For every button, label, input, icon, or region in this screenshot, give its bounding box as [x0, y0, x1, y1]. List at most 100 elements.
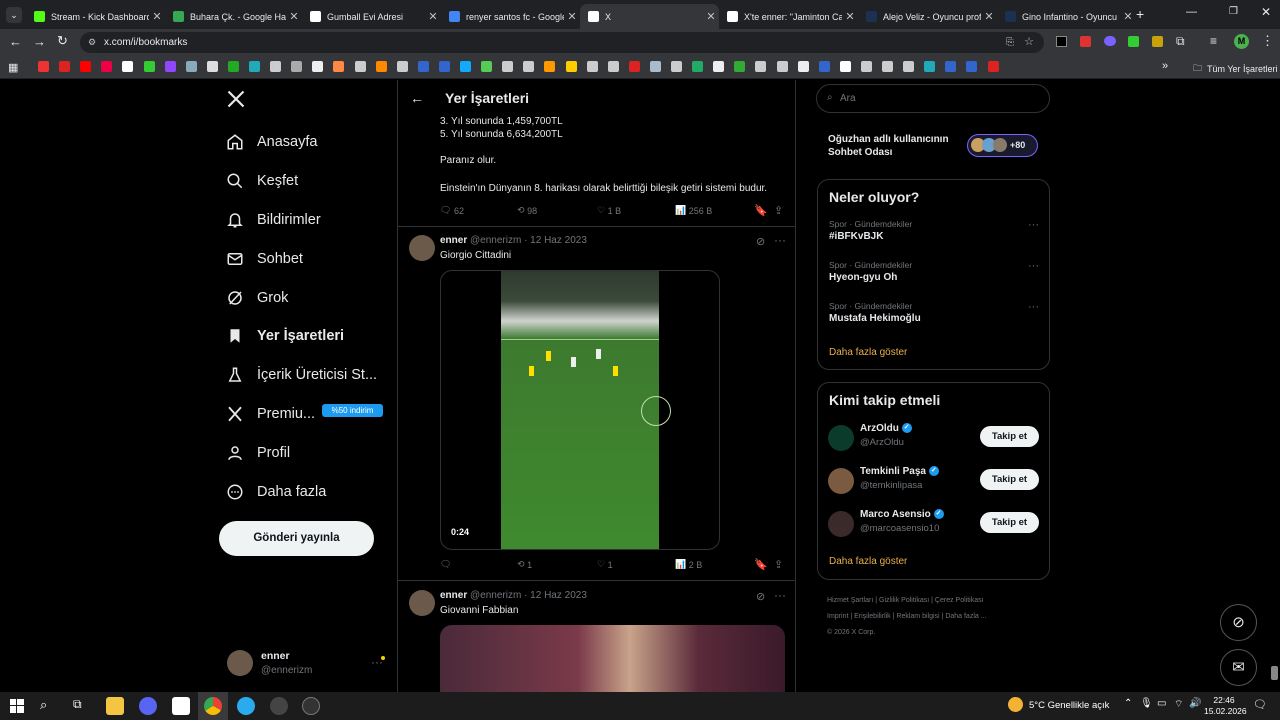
bookmark-favicon-icon[interactable]	[776, 61, 788, 72]
trend-item[interactable]: Spor · Gündemdekiler Mustafa Hekimoğlu ···	[829, 301, 1039, 324]
sidebar-item-person[interactable]: Profil	[226, 439, 290, 467]
tab[interactable]: Buhara Çk. - Google Harit ✕	[165, 4, 302, 29]
install-icon[interactable]: ⎘	[1006, 32, 1014, 53]
bookmark-favicon-icon[interactable]	[860, 61, 872, 72]
extensions-puzzle-icon[interactable]: ⧉	[1176, 34, 1185, 49]
bookmark-favicon-icon[interactable]	[227, 61, 239, 72]
tweet-author-name[interactable]: enner	[440, 235, 467, 246]
avatar[interactable]	[409, 235, 435, 261]
bookmark-favicon-icon[interactable]	[38, 61, 49, 72]
reload-icon[interactable]: ↻	[57, 33, 68, 49]
tiktok-icon[interactable]	[172, 697, 190, 715]
close-tab-icon[interactable]: ✕	[1120, 10, 1136, 23]
trend-item[interactable]: Spor · Gündemdekiler #iBFKvBJK ···	[829, 219, 1039, 242]
sidebar-item-x-logo[interactable]: Premiu...	[226, 400, 315, 428]
notifications-icon[interactable]: 🗨	[1253, 698, 1267, 711]
bookmark-favicon-icon[interactable]	[755, 61, 767, 72]
footer-link[interactable]: Imprint	[827, 613, 848, 620]
tweet-author-handle[interactable]: @ennerizm	[470, 590, 521, 601]
grok-icon[interactable]: ⊘	[756, 235, 765, 248]
bookmark-favicon-icon[interactable]	[460, 61, 471, 72]
restore-button[interactable]: ❐	[1229, 6, 1238, 17]
close-tab-icon[interactable]: ✕	[703, 10, 719, 23]
bookmark-favicon-icon[interactable]	[143, 61, 155, 72]
bookmark-favicon-icon[interactable]	[481, 61, 493, 72]
minimize-button[interactable]: —	[1186, 6, 1197, 18]
bookmark-favicon-icon[interactable]	[122, 61, 134, 72]
tweet-image[interactable]	[440, 625, 785, 692]
bookmark-favicon-icon[interactable]	[945, 61, 957, 72]
sidebar-item-bell[interactable]: Bildirimler	[226, 206, 321, 234]
follow-suggestion[interactable]: Marco Asensio ✓ @marcoasensio10 Takip et	[818, 509, 1049, 545]
extension-icon[interactable]	[1080, 36, 1091, 47]
tab[interactable]: renyer santos fc - Google ✕	[441, 4, 580, 29]
bookmark-favicon-icon[interactable]	[417, 61, 429, 72]
extension-icon[interactable]	[1128, 36, 1139, 47]
video-player[interactable]: 0:24	[440, 270, 720, 550]
bookmark-favicon-icon[interactable]	[797, 61, 809, 72]
footer-link[interactable]: Çerez Politikası	[935, 597, 984, 604]
tray-chevron-icon[interactable]: ⌃	[1124, 698, 1132, 709]
bookmark-favicon-icon[interactable]	[734, 61, 746, 72]
repost-button[interactable]: ⟲ 1	[517, 559, 532, 570]
bookmark-favicon-icon[interactable]	[839, 61, 851, 72]
chatroom-join-button[interactable]: +80	[967, 134, 1038, 157]
views-button[interactable]: 📊 256 B	[675, 205, 712, 216]
show-more-link[interactable]: Daha fazla göster	[829, 347, 907, 358]
bookmark-favicon-icon[interactable]	[502, 61, 514, 72]
messages-icon[interactable]: ✉	[1220, 649, 1257, 686]
bookmark-favicon-icon[interactable]	[924, 61, 936, 72]
tweet-author-handle[interactable]: @ennerizm	[470, 235, 521, 246]
bookmark-favicon-icon[interactable]	[818, 61, 830, 72]
back-arrow-icon[interactable]: ←	[410, 90, 424, 106]
wifi-icon[interactable]: ⌔	[1174, 698, 1183, 711]
more-icon[interactable]: ···	[1028, 260, 1039, 272]
menu-icon[interactable]: ⋮	[1261, 33, 1274, 49]
grok-icon[interactable]: ⊘	[1220, 604, 1257, 641]
weather-text[interactable]: 5°C Genellikle açık	[1029, 700, 1109, 711]
bookmark-favicon-icon[interactable]	[966, 61, 978, 72]
trend-item[interactable]: Spor · Gündemdekiler Hyeon-gyu Oh ···	[829, 260, 1039, 283]
follow-button[interactable]: Takip et	[980, 426, 1039, 447]
sidebar-item-search[interactable]: Keşfet	[226, 167, 298, 195]
network-icon[interactable]: ▭	[1157, 698, 1166, 709]
volume-icon[interactable]: 🔊	[1189, 698, 1201, 709]
tab[interactable]: Gumball Evi Adresi ✕	[302, 4, 441, 29]
reading-list-icon[interactable]: ≡	[1210, 34, 1217, 48]
all-bookmarks-button[interactable]: 🗀 Tüm Yer İşaretleri	[1193, 61, 1278, 77]
bookmark-favicon-icon[interactable]	[671, 61, 682, 72]
scrollbar-thumb[interactable]	[1271, 666, 1278, 680]
close-tab-icon[interactable]: ✕	[149, 10, 165, 23]
clock[interactable]: 22:46 15.02.2026	[1204, 695, 1247, 717]
tab[interactable]: Gino Infantino - Oyuncu p ✕	[997, 4, 1136, 29]
close-tab-icon[interactable]: ✕	[564, 10, 580, 23]
star-icon[interactable]: ☆	[1024, 32, 1034, 53]
show-more-link[interactable]: Daha fazla göster	[829, 556, 907, 567]
share-icon[interactable]: ⇪	[774, 204, 783, 217]
bookmark-favicon-icon[interactable]	[438, 61, 450, 72]
back-arrow-icon[interactable]: ←	[9, 34, 22, 49]
bookmark-favicon-icon[interactable]	[354, 61, 366, 72]
follow-button[interactable]: Takip et	[980, 512, 1039, 533]
extension-icon[interactable]	[1056, 36, 1067, 47]
tab[interactable]: X'te enner: "Jaminton Cam ✕	[719, 4, 858, 29]
task-view-icon[interactable]: ⧉	[73, 697, 82, 712]
profile-avatar[interactable]: M	[1234, 34, 1249, 49]
close-tab-icon[interactable]: ✕	[425, 10, 441, 23]
more-bookmarks-icon[interactable]: »	[1162, 60, 1168, 72]
close-tab-icon[interactable]: ✕	[981, 10, 997, 23]
avatar[interactable]	[409, 590, 435, 616]
bookmark-favicon-icon[interactable]	[523, 61, 535, 72]
bookmark-favicon-icon[interactable]	[903, 61, 915, 72]
bookmark-favicon-icon[interactable]	[713, 61, 725, 72]
footer-link[interactable]: Daha fazla ...	[945, 613, 986, 620]
grok-icon[interactable]: ⊘	[756, 590, 765, 603]
bookmark-favicon-icon[interactable]	[692, 61, 704, 72]
bookmark-favicon-icon[interactable]	[628, 61, 640, 72]
footer-link[interactable]: Reklam bilgisi	[896, 613, 939, 620]
site-info-icon[interactable]: ⚙	[88, 32, 96, 53]
file-explorer-icon[interactable]	[106, 697, 124, 715]
forward-arrow-icon[interactable]: →	[33, 34, 46, 49]
footer-link[interactable]: Gizlilik Politikası	[879, 597, 929, 604]
telegram-icon[interactable]	[237, 697, 255, 715]
